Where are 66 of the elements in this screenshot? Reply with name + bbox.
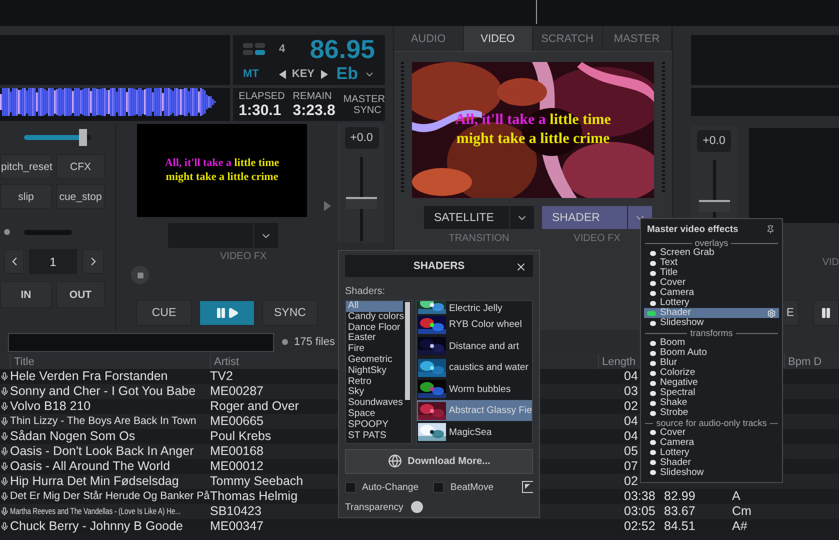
length-cell: 03:05 [624, 504, 656, 519]
title-cell: Volvo B18 210 [10, 399, 91, 414]
bpm-display: 86.95 [310, 36, 375, 62]
pitch-display: +0.0 [344, 127, 378, 149]
artist-cell: Poul Krebs [210, 429, 272, 444]
section-label: transforms [690, 328, 733, 338]
section-label: overlays [694, 238, 728, 248]
length-cell: 04 [624, 414, 638, 429]
length-cell: 04 [624, 429, 638, 444]
artist-cell: ME00012 [210, 459, 264, 474]
bpm-cell: 84.51 [664, 519, 696, 534]
loop-value: 1 [29, 249, 77, 274]
key-cell: A# [732, 519, 748, 534]
artist-cell: SB10423 [210, 504, 262, 519]
length-cell: 02 [624, 399, 638, 414]
artist-cell: ME00168 [210, 444, 264, 459]
title-cell: Hele Verden Fra Forstanden [10, 369, 168, 384]
video-fx-label: VIDEO FX [220, 251, 267, 262]
title-cell: Chuck Berry - Johnny B Goode [10, 519, 183, 534]
remain-label: REMAIN [292, 90, 332, 102]
title-cell: Thin Lizzy - The Boys Are Back In Town [10, 414, 196, 429]
lyric-line: might take a little crime [166, 170, 278, 184]
deck-number: 4 [279, 43, 286, 55]
file-count: 175 files [294, 336, 335, 348]
video-fx-label: VIDEO FX [574, 233, 620, 244]
lyric-line: might take a little crime [456, 130, 610, 149]
section-label: source for audio-only tracks [656, 418, 767, 428]
title-cell: Sådan Nogen Som Os [10, 429, 136, 444]
bpm-cell: 83.67 [664, 504, 696, 519]
artist-cell: Thomas Helmig [210, 489, 298, 504]
key-cell: A [732, 489, 740, 504]
key-display: Eb [336, 64, 358, 84]
bpm-cell: 82.99 [664, 489, 696, 504]
title-cell-text: Martha Reeves and The Vandellas - (Love Is Like A) He... [10, 505, 181, 518]
remain-time: 3:23.8 [292, 102, 336, 118]
artist-cell: TV2 [210, 369, 233, 384]
length-cell: 04 [624, 369, 638, 384]
title-cell: Hip Hurra Det Min Fødselsdag [10, 474, 179, 489]
elapsed-time: 1:30.1 [238, 102, 282, 118]
elapsed-label: ELAPSED [238, 90, 285, 102]
transition-label: TRANSITION [448, 233, 510, 244]
lyric-line: All, it'll take a little time [455, 111, 611, 130]
menu-title: Master video effects [647, 224, 738, 236]
length-cell: 03 [624, 384, 638, 399]
shaders-label: Shaders: [345, 286, 386, 297]
transparency-label: Transparency [345, 502, 404, 512]
key-cell: Cm [732, 504, 752, 519]
lyric-line: All, it'll take a little time [164, 156, 280, 170]
length-cell: 03:38 [624, 489, 656, 504]
length-cell: 02:52 [624, 519, 656, 534]
artist-cell: Roger and Over [210, 399, 299, 414]
pitch-display: +0.0 [697, 130, 731, 152]
title-cell: Det Er Mig Der Står Herude Og Banker På [10, 489, 210, 504]
artist-cell: Tommy Seebach [210, 474, 304, 489]
length-cell: 02 [624, 474, 638, 489]
artist-cell: ME00287 [210, 384, 264, 399]
title-cell: Sonny and Cher - I Got You Babe [10, 384, 196, 399]
length-cell: 05 [624, 444, 638, 459]
title-cell: Oasis - All Around The World [10, 459, 170, 474]
video-fx-label: VID [822, 257, 839, 268]
panel-title: SHADERS [413, 260, 465, 272]
title-cell: Oasis - Don't Look Back In Anger [10, 444, 194, 459]
artist-cell: ME00665 [210, 414, 264, 429]
length-cell: 07 [624, 459, 638, 474]
artist-cell: ME00347 [210, 519, 264, 534]
key-label: KEY [292, 68, 315, 80]
